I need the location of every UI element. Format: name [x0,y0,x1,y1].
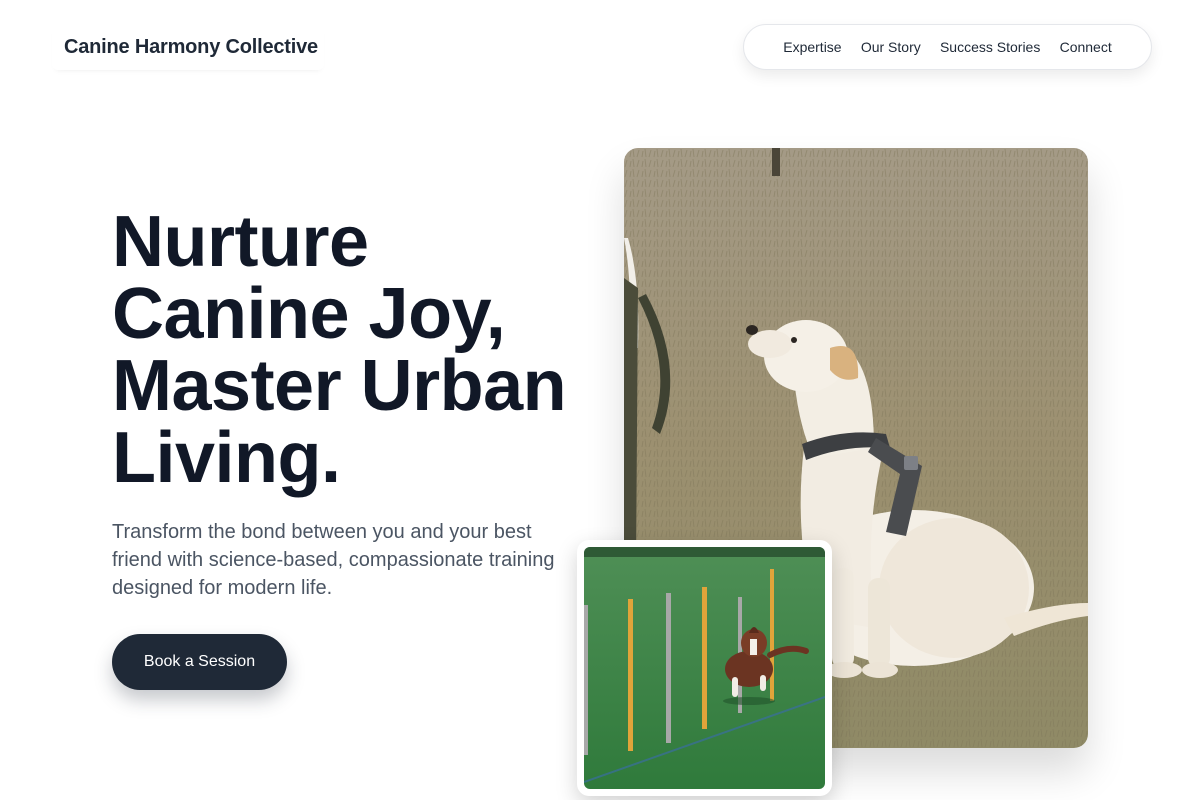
nav-link-connect[interactable]: Connect [1060,39,1112,55]
nav-link-our-story[interactable]: Our Story [861,39,921,55]
nav-link-success-stories[interactable]: Success Stories [940,39,1040,55]
hero-subtext: Transform the bond between you and your … [112,521,555,599]
book-session-button[interactable]: Book a Session [112,634,287,690]
headline-line: Living. [112,418,341,498]
landing-page: Canine Harmony Collective Expertise Our … [0,0,1200,800]
brand-logo-text[interactable]: Canine Harmony Collective [52,24,324,70]
agility-photo [584,547,825,789]
headline-line: Nurture [112,202,369,282]
main-nav: Expertise Our Story Success Stories Conn… [743,24,1152,70]
agility-photo-card [577,540,832,796]
hero-headline: Nurture Canine Joy, Master Urban Living. [112,206,592,494]
headline-line: Canine Joy, [112,274,506,354]
agility-photo-illustration [584,547,825,789]
nav-link-expertise[interactable]: Expertise [783,39,841,55]
headline-line: Master Urban [112,346,567,426]
